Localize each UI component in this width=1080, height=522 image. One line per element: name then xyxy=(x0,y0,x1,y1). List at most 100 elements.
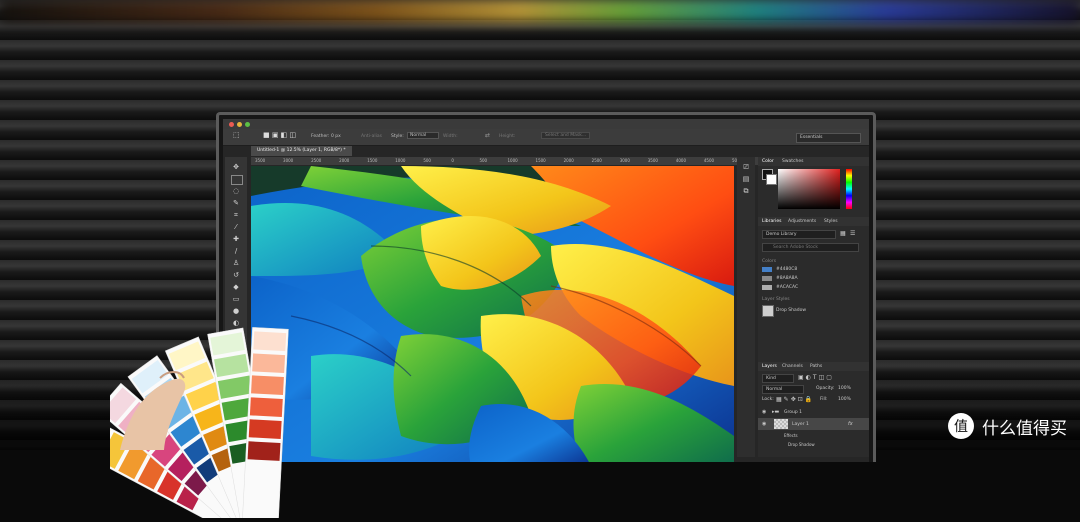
tab-swatches[interactable]: Swatches xyxy=(782,159,804,164)
tab-libraries[interactable]: Libraries xyxy=(762,219,781,224)
document-tab[interactable]: Untitled-1 @ 12.5% (Layer 1, RGB/8*) * xyxy=(251,146,352,156)
library-color-label[interactable]: #4480C8 xyxy=(776,267,797,272)
style-select[interactable]: Normal xyxy=(407,132,439,139)
fill-label: Fill: xyxy=(820,397,828,402)
width-label: Width: xyxy=(443,134,458,139)
list-view-icon[interactable]: ☰ xyxy=(850,230,855,237)
top-light-strip xyxy=(0,0,1080,22)
gradient-tool-icon[interactable]: ▭ xyxy=(231,295,241,303)
watermark: 值 什么值得买 xyxy=(948,412,1067,440)
kind-filter-value: Kind xyxy=(766,376,776,381)
swap-icon[interactable]: ⇄ xyxy=(485,132,490,139)
library-color-swatch[interactable] xyxy=(762,267,772,272)
tab-color[interactable]: Color xyxy=(762,159,774,164)
visibility-eye-icon[interactable]: ◉ xyxy=(762,409,766,415)
options-bar: ⬚ ■ ▣ ◧ ◫ Feather: 0 px Anti-alias Style… xyxy=(223,129,869,146)
collapsed-panel-strip: ⎚ ▤ ⧉ xyxy=(737,157,755,457)
opacity-value[interactable]: 100% xyxy=(838,386,851,391)
fx-icon[interactable]: fx xyxy=(848,421,853,427)
library-color-swatch[interactable] xyxy=(762,285,772,290)
library-color-label[interactable]: #8A8A8A xyxy=(776,276,798,281)
tab-styles[interactable]: Styles xyxy=(824,219,838,224)
library-color-swatch[interactable] xyxy=(762,276,772,281)
feather-field[interactable]: Feather: 0 px xyxy=(311,134,341,139)
layer-filter-icons[interactable]: ▣◐T◫▢ xyxy=(798,374,834,381)
stock-search-input[interactable]: Search Adobe Stock xyxy=(762,243,859,252)
eyedropper-icon[interactable]: ⁄ xyxy=(231,223,241,231)
grid-view-icon[interactable]: ▦ xyxy=(840,230,846,237)
layer-name: Group 1 xyxy=(784,410,802,415)
layer-thumbnail xyxy=(774,419,788,429)
ruler-tick-label: 1000 xyxy=(395,158,405,163)
tab-paths[interactable]: Paths xyxy=(810,364,822,369)
marquee-tool-icon[interactable]: ⬚ xyxy=(233,131,240,139)
ruler-tick-label: 3500 xyxy=(255,158,265,163)
layer-kind-filter[interactable]: Kind xyxy=(762,374,794,383)
minimize-dot[interactable] xyxy=(237,122,242,127)
ruler-tick-label: 500 xyxy=(479,158,487,163)
layer-row[interactable]: ◉ ▸▬ Group 1 xyxy=(758,408,869,417)
layer-row-selected[interactable]: ◉ Layer 1 fx xyxy=(758,418,869,430)
ruler-tick-label: 2500 xyxy=(311,158,321,163)
drop-shadow-effect-row[interactable]: Drop Shadow xyxy=(788,442,815,447)
clone-stamp-icon[interactable]: ♙ xyxy=(231,259,241,267)
color-swatch-fan xyxy=(110,318,410,518)
ruler-tick-label: 3000 xyxy=(620,158,630,163)
watermark-text: 什么值得买 xyxy=(982,414,1067,439)
properties-panel-icon[interactable]: ▤ xyxy=(741,175,751,183)
tab-layers[interactable]: Layers xyxy=(762,364,777,369)
colors-heading: Colors xyxy=(762,259,776,264)
layer-styles-heading: Layer Styles xyxy=(762,297,790,302)
lock-label: Lock: xyxy=(762,397,774,402)
hue-slider[interactable] xyxy=(846,169,852,209)
ruler-tick-label: 4500 xyxy=(704,158,714,163)
anti-alias-checkbox[interactable]: Anti-alias xyxy=(361,134,382,139)
drop-shadow-thumbnail[interactable] xyxy=(762,305,774,317)
drop-shadow-style[interactable]: Drop Shadow xyxy=(776,308,806,313)
lock-icons[interactable]: ▦✎✥⊡🔒 xyxy=(776,396,814,403)
character-panel-icon[interactable]: ⧉ xyxy=(741,187,751,195)
ruler-tick-label: 3500 xyxy=(648,158,658,163)
maximize-dot[interactable] xyxy=(245,122,250,127)
folder-icon: ▸▬ xyxy=(772,409,779,415)
fan-strip xyxy=(242,327,288,518)
library-select-value: Demo Library xyxy=(766,232,797,237)
healing-brush-icon[interactable]: ✚ xyxy=(231,235,241,243)
crop-tool-icon[interactable]: ⌗ xyxy=(231,211,241,219)
brush-tool-icon[interactable]: / xyxy=(231,247,241,255)
eraser-icon[interactable]: ◆ xyxy=(231,283,241,291)
svg-text:值: 值 xyxy=(954,419,968,435)
tab-adjustments[interactable]: Adjustments xyxy=(788,219,816,224)
watermark-logo-icon: 值 xyxy=(948,413,974,439)
select-and-mask-button[interactable]: Select and Mask... xyxy=(541,132,590,139)
libraries-panel-tabs: Libraries Adjustments Styles xyxy=(758,217,869,226)
quick-select-icon[interactable]: ✎ xyxy=(231,199,241,207)
fill-value[interactable]: 100% xyxy=(838,397,851,402)
style-label: Style: xyxy=(391,134,404,139)
library-select[interactable]: Demo Library xyxy=(762,230,836,239)
history-panel-icon[interactable]: ⎚ xyxy=(741,163,751,171)
ruler-tick-label: 2000 xyxy=(339,158,349,163)
horizontal-ruler: 3500300025002000150010005000500100015002… xyxy=(251,157,761,165)
selection-mode-icons[interactable]: ■ ▣ ◧ ◫ xyxy=(263,131,296,139)
ruler-tick-label: 500 xyxy=(423,158,431,163)
fan-color-chip xyxy=(248,441,281,461)
move-tool-icon[interactable]: ✥ xyxy=(231,163,241,171)
tab-channels[interactable]: Channels xyxy=(782,364,803,369)
blend-mode-select[interactable]: Normal xyxy=(762,385,804,394)
library-color-label[interactable]: #ACACAC xyxy=(776,285,798,290)
close-dot[interactable] xyxy=(229,122,234,127)
ruler-tick-label: 1500 xyxy=(367,158,377,163)
visibility-eye-icon[interactable]: ◉ xyxy=(762,421,766,427)
lasso-tool-icon[interactable]: ◌ xyxy=(231,187,241,195)
history-brush-icon[interactable]: ↺ xyxy=(231,271,241,279)
title-bar xyxy=(223,119,869,129)
blur-tool-icon[interactable]: ● xyxy=(231,307,241,315)
background-color-swatch[interactable] xyxy=(766,174,777,185)
effects-row[interactable]: Effects xyxy=(784,433,798,438)
fan-color-chip xyxy=(251,375,284,395)
ruler-tick-label: 4000 xyxy=(676,158,686,163)
workspace-select[interactable]: Essentials xyxy=(796,133,861,143)
marquee-tool-icon[interactable] xyxy=(231,175,243,185)
color-picker-field[interactable] xyxy=(778,169,840,209)
